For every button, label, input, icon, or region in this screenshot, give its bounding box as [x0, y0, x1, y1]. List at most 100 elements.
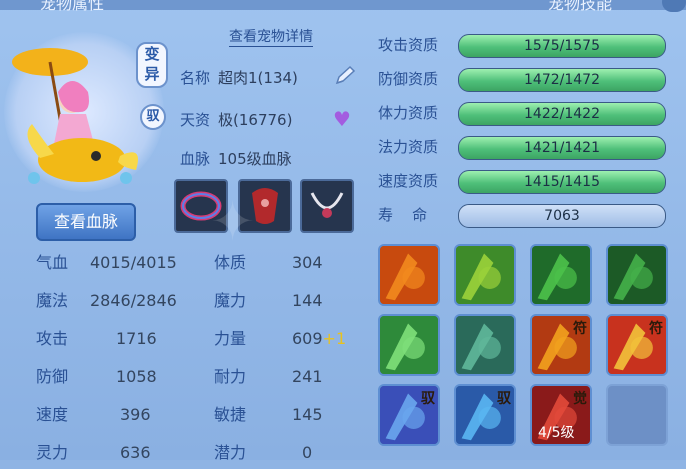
attr-value: 304	[292, 253, 323, 272]
pet-talent-value: 极(16776)	[218, 111, 293, 129]
stat-value: 1058	[116, 367, 157, 386]
aptitude-value: 1472/1472	[524, 72, 600, 88]
aptitude-mana: 法力资质 1421/1421	[376, 134, 668, 160]
skill-slot[interactable]	[454, 314, 516, 376]
right-panel-title: 宠物技能	[548, 0, 613, 13]
pet-name-value: 超肉1(134)	[218, 69, 298, 87]
skill-mark: 觉	[573, 391, 587, 407]
necklace-item-icon	[310, 192, 344, 218]
heart-icon	[380, 316, 438, 374]
aptitude-label: 防御资质	[378, 70, 439, 88]
aptitude-speed: 速度资质 1415/1415	[376, 168, 668, 194]
rename-pencil-icon[interactable]	[333, 65, 357, 87]
attr-magic: 魔力 144	[214, 287, 323, 317]
aptitude-bar: 1422/1422	[458, 102, 666, 126]
attr-value: 145	[292, 405, 323, 424]
stat-attack: 攻击 1716	[36, 325, 157, 355]
lifespan-bar: 7063	[458, 204, 666, 228]
stat-value: 636	[120, 443, 151, 462]
aptitude-bar: 1415/1415	[458, 170, 666, 194]
pet-bloodline-value: 105级血脉	[218, 150, 292, 168]
stat-value: 396	[120, 405, 151, 424]
view-bloodline-button[interactable]: 查看血脉	[36, 203, 136, 241]
attr-potential: 潜力 0	[214, 439, 312, 469]
skill-mark: 驭	[421, 391, 435, 407]
close-button[interactable]	[662, 0, 686, 12]
attr-constitution: 体质 304	[214, 249, 323, 279]
heart-icon[interactable]: ♥	[330, 107, 354, 131]
aptitude-value: 1421/1421	[524, 140, 600, 156]
pet-talent-label: 天资	[180, 111, 211, 129]
attr-label: 耐力	[214, 367, 247, 386]
attr-strength: 力量 609+1	[214, 325, 346, 355]
stat-label: 魔法	[36, 291, 69, 310]
pet-figure-image	[12, 48, 138, 184]
stat-label: 灵力	[36, 443, 69, 462]
stat-label: 速度	[36, 405, 69, 424]
skill-slot[interactable]	[378, 314, 440, 376]
aptitude-bar: 1421/1421	[458, 136, 666, 160]
swirl-shield-icon	[456, 316, 514, 374]
skill-slot[interactable]: 驭	[454, 384, 516, 446]
aptitude-value: 1422/1422	[524, 106, 600, 122]
left-panel-title: 宠物属性	[40, 0, 105, 13]
attr-value: 609	[292, 329, 323, 348]
horse-silhouette-icon	[608, 246, 666, 304]
stat-defense: 防御 1058	[36, 363, 157, 393]
pet-name-label: 名称	[180, 69, 211, 87]
stat-speed: 速度 396	[36, 401, 151, 431]
skill-slot[interactable]: 觉 4/5级	[530, 384, 592, 446]
aptitude-value: 1415/1415	[524, 174, 600, 190]
aptitude-label: 法力资质	[378, 138, 439, 156]
pet-portrait: 变异 驭	[4, 22, 172, 192]
pet-name-row: 名称 超肉1(134)	[180, 67, 298, 88]
attr-label: 体质	[214, 253, 247, 272]
skill-slot[interactable]	[530, 244, 592, 306]
equipment-slot-necklace[interactable]	[300, 179, 354, 233]
skill-slot[interactable]: 驭	[378, 384, 440, 446]
skill-slot-empty[interactable]	[606, 384, 668, 446]
skill-slot[interactable]	[606, 244, 668, 306]
tame-badge: 驭	[140, 104, 166, 130]
stat-label: 气血	[36, 253, 69, 272]
skill-level: 4/5级	[538, 425, 575, 441]
pet-talent-row: 天资 极(16776)	[180, 109, 292, 130]
attr-value: 0	[302, 443, 313, 462]
aptitude-stamina: 体力资质 1422/1422	[376, 100, 668, 126]
aptitude-label: 攻击资质	[378, 36, 439, 54]
aptitude-bar: 1472/1472	[458, 68, 666, 92]
view-pet-details-link[interactable]: 查看宠物详情	[229, 26, 313, 47]
bat-shadow-icon	[532, 246, 590, 304]
stat-hp: 气血 4015/4015	[36, 249, 177, 279]
skill-slot[interactable]	[378, 244, 440, 306]
skill-mark: 驭	[497, 391, 511, 407]
lifespan-value: 7063	[544, 208, 580, 224]
sword-strike-icon	[380, 246, 438, 304]
attr-label: 力量	[214, 329, 247, 348]
stat-value: 4015/4015	[90, 253, 177, 272]
attr-label: 潜力	[214, 443, 247, 462]
attr-agility: 敏捷 145	[214, 401, 323, 431]
variant-tag-text: 变异	[144, 45, 160, 83]
stat-label: 防御	[36, 367, 69, 386]
skill-mark: 符	[573, 321, 587, 337]
pet-bloodline-row: 血脉 105级血脉	[180, 148, 292, 169]
stat-value: 2846/2846	[90, 291, 177, 310]
variant-badge: 变异	[136, 42, 168, 88]
pet-attribute-panel: 宠物属性 宠物技能 变异 驭 查看血脉 查看宠物详情 名称 超肉1(134) 天…	[0, 0, 686, 462]
stat-label: 攻击	[36, 329, 69, 348]
lifespan-label: 寿 命	[378, 206, 428, 224]
skill-slot[interactable]: 符	[606, 314, 668, 376]
stat-value: 1716	[116, 329, 157, 348]
attr-label: 敏捷	[214, 405, 247, 424]
shield-emblem-icon	[456, 246, 514, 304]
attr-bonus: +1	[322, 329, 347, 348]
attr-endurance: 耐力 241	[214, 363, 323, 393]
aptitude-defense: 防御资质 1472/1472	[376, 66, 668, 92]
aptitude-attack: 攻击资质 1575/1575	[376, 32, 668, 58]
skill-slot[interactable]: 符	[530, 314, 592, 376]
aptitude-bar: 1575/1575	[458, 34, 666, 58]
skill-slot[interactable]	[454, 244, 516, 306]
pet-bloodline-label: 血脉	[180, 150, 211, 168]
lifespan-row: 寿 命 7063	[376, 202, 668, 228]
